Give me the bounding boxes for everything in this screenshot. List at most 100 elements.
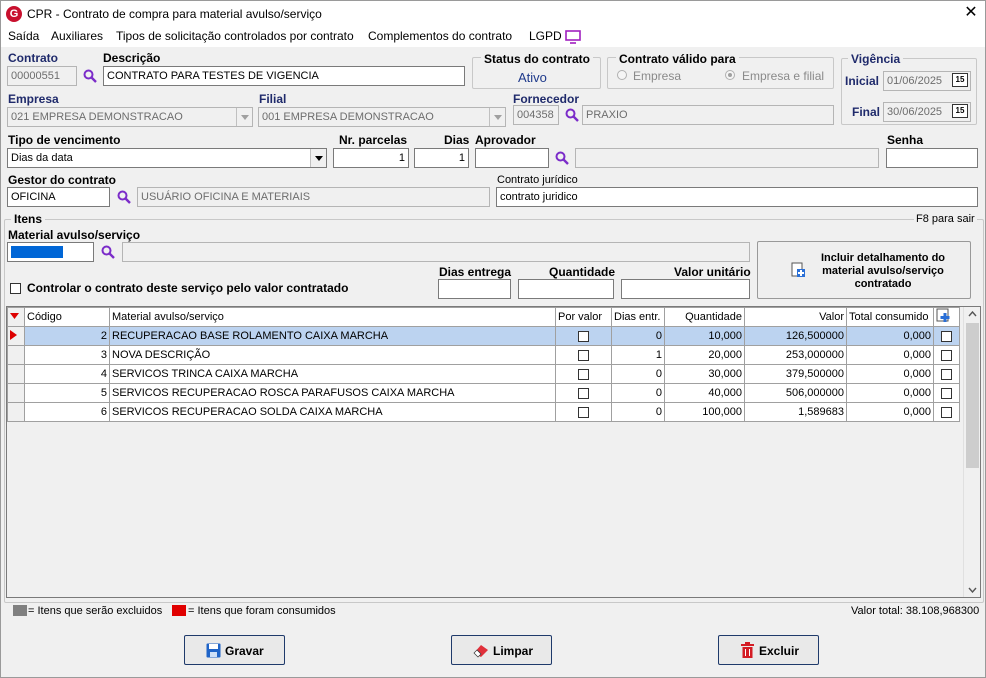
- gravar-button[interactable]: Gravar: [184, 635, 285, 665]
- menu-auxiliares[interactable]: Auxiliares: [51, 29, 103, 43]
- tipo-vencimento-select[interactable]: Dias da data: [7, 148, 327, 168]
- delete-checkbox[interactable]: [941, 330, 952, 342]
- search-material-icon[interactable]: [101, 245, 115, 259]
- fornecedor-code-input[interactable]: 004358: [513, 105, 559, 125]
- dias-entrega-input[interactable]: [438, 279, 511, 299]
- menu-tipos-solicitacao[interactable]: Tipos de solicitação controlados por con…: [116, 29, 354, 43]
- limpar-button[interactable]: Limpar: [451, 635, 552, 665]
- por-valor-checkbox[interactable]: [578, 349, 589, 361]
- dias-input[interactable]: 1: [414, 148, 469, 168]
- quantidade-input[interactable]: [518, 279, 614, 299]
- cell-quantidade: 100,000: [664, 402, 745, 422]
- gestor-label: Gestor do contrato: [8, 173, 117, 187]
- empresa-value: 021 EMPRESA DEMONSTRACAO: [11, 111, 183, 123]
- delete-checkbox[interactable]: [941, 368, 952, 380]
- menu-saida[interactable]: Saída: [8, 29, 39, 43]
- calendar-inicial-icon[interactable]: 15: [952, 73, 968, 87]
- legend-excluidos: = Itens que serão excluidos: [28, 605, 163, 617]
- search-gestor-icon[interactable]: [117, 190, 131, 204]
- juridico-input[interactable]: contrato juridico: [496, 187, 978, 207]
- por-valor-checkbox[interactable]: [578, 406, 589, 418]
- col-valor[interactable]: Valor: [744, 307, 847, 327]
- tipo-vencimento-value: Dias da data: [11, 152, 73, 164]
- cell-codigo: 3: [24, 345, 110, 365]
- scroll-down-icon[interactable]: [968, 587, 977, 593]
- filial-value: 001 EMPRESA DEMONSTRACAO: [262, 111, 434, 123]
- contrato-input[interactable]: 00000551: [7, 66, 77, 86]
- col-codigo[interactable]: Código: [24, 307, 110, 327]
- trash-icon: [741, 642, 754, 658]
- chevron-down-icon[interactable]: [310, 149, 326, 167]
- fornecedor-name-input: PRAXIO: [582, 105, 834, 125]
- senha-label: Senha: [887, 133, 924, 147]
- empresa-select[interactable]: 021 EMPRESA DEMONSTRACAO: [7, 107, 253, 127]
- nr-parcelas-input[interactable]: 1: [333, 148, 409, 168]
- cell-material: NOVA DESCRIÇÃO: [109, 345, 556, 365]
- cell-quantidade: 10,000: [664, 326, 745, 346]
- chevron-down-icon[interactable]: [236, 108, 252, 126]
- delete-checkbox[interactable]: [941, 387, 952, 399]
- cell-valor: 253,000000: [744, 345, 847, 365]
- table-row[interactable]: 4 SERVICOS TRINCA CAIXA MARCHA 0 30,000 …: [7, 364, 960, 384]
- cell-total: 0,000: [846, 402, 934, 422]
- cell-total: 0,000: [846, 383, 934, 403]
- menu-complementos[interactable]: Complementos do contrato: [368, 29, 512, 43]
- por-valor-checkbox[interactable]: [578, 368, 589, 380]
- row-indicator: [7, 383, 25, 403]
- delete-checkbox[interactable]: [941, 406, 952, 418]
- excluir-button[interactable]: Excluir: [718, 635, 819, 665]
- col-total-consumido[interactable]: Total consumido: [846, 307, 934, 327]
- calendar-final-icon[interactable]: 15: [952, 104, 968, 118]
- juridico-label: Contrato jurídico: [497, 174, 578, 186]
- controlar-label: Controlar o contrato deste serviço pelo …: [27, 281, 349, 295]
- col-material[interactable]: Material avulso/serviço: [109, 307, 556, 327]
- col-quantidade[interactable]: Quantidade: [664, 307, 745, 327]
- tipo-vencimento-label: Tipo de vencimento: [8, 133, 121, 147]
- valor-unitario-input[interactable]: [621, 279, 750, 299]
- vertical-scrollbar[interactable]: [963, 307, 980, 597]
- descricao-input[interactable]: CONTRATO PARA TESTES DE VIGENCIA: [103, 66, 465, 86]
- search-contrato-icon[interactable]: [83, 69, 97, 83]
- aprovador-code-input[interactable]: [475, 148, 549, 168]
- legend-consumidos: = Itens que foram consumidos: [188, 605, 336, 617]
- radio-empresa-filial[interactable]: [725, 70, 735, 80]
- menu-bar: Saída Auxiliares Tipos de solicitação co…: [1, 27, 985, 47]
- table-row[interactable]: 2 RECUPERACAO BASE ROLAMENTO CAIXA MARCH…: [7, 326, 960, 346]
- add-row-icon[interactable]: [933, 307, 960, 327]
- valor-unitario-label: Valor unitário: [674, 265, 751, 279]
- row-indicator: [7, 364, 25, 384]
- search-fornecedor-icon[interactable]: [565, 108, 579, 122]
- table-row[interactable]: 5 SERVICOS RECUPERACAO ROSCA PARAFUSOS C…: [7, 383, 960, 403]
- por-valor-checkbox[interactable]: [578, 330, 589, 342]
- cell-dias: 0: [611, 383, 665, 403]
- monitor-icon[interactable]: [565, 30, 581, 44]
- filial-select[interactable]: 001 EMPRESA DEMONSTRACAO: [258, 107, 506, 127]
- material-code-input[interactable]: [7, 242, 94, 262]
- cell-material: SERVICOS TRINCA CAIXA MARCHA: [109, 364, 556, 384]
- menu-lgpd[interactable]: LGPD: [529, 29, 562, 43]
- col-dias-entr[interactable]: Dias entr.: [611, 307, 665, 327]
- chevron-down-icon[interactable]: [489, 108, 505, 126]
- table-row[interactable]: 6 SERVICOS RECUPERACAO SOLDA CAIXA MARCH…: [7, 402, 960, 422]
- delete-checkbox[interactable]: [941, 349, 952, 361]
- cell-quantidade: 30,000: [664, 364, 745, 384]
- col-por-valor[interactable]: Por valor: [555, 307, 612, 327]
- sort-indicator-icon[interactable]: [7, 307, 25, 327]
- material-name-input: [122, 242, 750, 262]
- search-aprovador-icon[interactable]: [555, 151, 569, 165]
- incluir-detalhamento-button[interactable]: Incluir detalhamento do material avulso/…: [757, 241, 971, 299]
- itens-grid: Código Material avulso/serviço Por valor…: [6, 306, 981, 598]
- controlar-checkbox[interactable]: [10, 283, 21, 294]
- table-row[interactable]: 3 NOVA DESCRIÇÃO 1 20,000 253,000000 0,0…: [7, 345, 960, 365]
- scroll-up-icon[interactable]: [968, 311, 977, 317]
- radio-empresa[interactable]: [617, 70, 627, 80]
- cell-material: RECUPERACAO BASE ROLAMENTO CAIXA MARCHA: [109, 326, 556, 346]
- por-valor-checkbox[interactable]: [578, 387, 589, 399]
- cell-codigo: 5: [24, 383, 110, 403]
- senha-input[interactable]: [886, 148, 978, 168]
- close-button[interactable]: ✕: [963, 4, 979, 22]
- scroll-thumb[interactable]: [966, 323, 979, 468]
- gestor-code-input[interactable]: OFICINA: [7, 187, 110, 207]
- cell-delete: [933, 345, 960, 365]
- app-logo-icon: G: [6, 6, 22, 22]
